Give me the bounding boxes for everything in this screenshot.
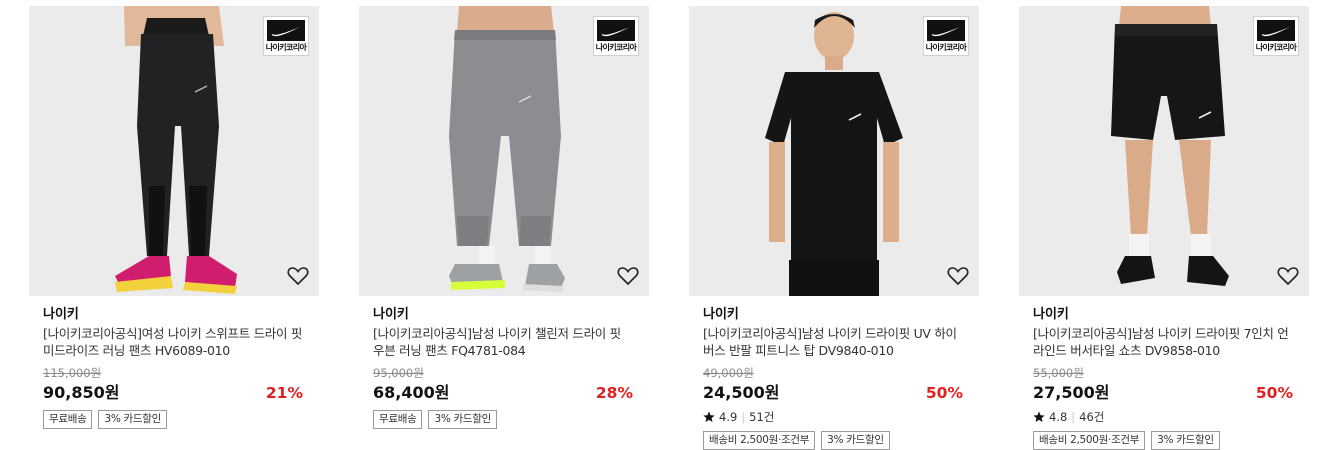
benefit-tag: 무료배송: [43, 410, 93, 429]
benefit-tags: 배송비 2,500원·조건부 3% 카드할인: [1033, 431, 1295, 450]
review-count: 51건: [749, 410, 775, 424]
brand-name: 나이키: [703, 307, 739, 322]
brand-badge: 나이키코리아: [923, 16, 969, 56]
product-info: 나이키 [나이키코리아공식]여성 나이키 스위프트 드라이 핏 미드라이즈 러닝…: [29, 296, 319, 429]
product-image[interactable]: 나이키코리아: [1019, 6, 1309, 296]
discount-rate: 28%: [595, 384, 633, 402]
benefit-tag: 배송비 2,500원·조건부: [703, 431, 816, 450]
benefit-tag: 무료배송: [373, 410, 423, 429]
original-price: 115,000원: [43, 366, 102, 380]
price-row: 27,500원 50%: [1033, 382, 1295, 404]
price-row: 68,400원 28%: [373, 382, 635, 404]
rating-score: 4.8: [1049, 410, 1068, 424]
benefit-tag: 3% 카드할인: [821, 431, 890, 450]
sale-price: 90,850원: [43, 383, 120, 402]
original-price: 49,000원: [703, 366, 754, 380]
nike-swoosh-icon: [597, 20, 635, 41]
brand-name: 나이키: [43, 307, 79, 322]
brand-badge: 나이키코리아: [263, 16, 309, 56]
discount-rate: 50%: [925, 384, 963, 402]
wishlist-heart-icon[interactable]: [1277, 266, 1299, 286]
nike-swoosh-icon: [1257, 20, 1295, 41]
sale-price: 68,400원: [373, 383, 450, 402]
product-info: 나이키 [나이키코리아공식]남성 나이키 드라이핏 UV 하이버스 반팔 피트니…: [689, 296, 979, 450]
benefit-tags: 무료배송 3% 카드할인: [43, 410, 305, 429]
product-image[interactable]: 나이키코리아: [359, 6, 649, 296]
brand-name: 나이키: [1033, 307, 1069, 322]
review-count: 46건: [1079, 410, 1105, 424]
discount-rate: 21%: [265, 384, 303, 402]
rating-summary[interactable]: 4.9 | 51건: [703, 409, 965, 425]
benefit-tag: 3% 카드할인: [1151, 431, 1220, 450]
star-icon: [1033, 411, 1045, 422]
product-image[interactable]: 나이키코리아: [29, 6, 319, 296]
product-info: 나이키 [나이키코리아공식]남성 나이키 챌린저 드라이 핏 우븐 러닝 팬츠 …: [359, 296, 649, 429]
rating-score: 4.9: [719, 410, 738, 424]
benefit-tags: 배송비 2,500원·조건부 3% 카드할인: [703, 431, 965, 450]
original-price: 55,000원: [1033, 366, 1084, 380]
product-card[interactable]: 나이키코리아 나이키 [나이키코리아공식]남성 나이키 드라이핏 7인치 언라인…: [1019, 6, 1309, 450]
nike-swoosh-icon: [267, 20, 305, 41]
product-card[interactable]: 나이키코리아 나이키 [나이키코리아공식]남성 나이키 드라이핏 UV 하이버스…: [689, 6, 979, 450]
product-info: 나이키 [나이키코리아공식]남성 나이키 드라이핏 7인치 언라인드 버서타일 …: [1019, 296, 1309, 450]
wishlist-heart-icon[interactable]: [617, 266, 639, 286]
brand-name: 나이키: [373, 307, 409, 322]
brand-badge: 나이키코리아: [1253, 16, 1299, 56]
benefit-tag: 배송비 2,500원·조건부: [1033, 431, 1146, 450]
product-card[interactable]: 나이키코리아 나이키 [나이키코리아공식]남성 나이키 챌린저 드라이 핏 우븐…: [359, 6, 649, 429]
wishlist-heart-icon[interactable]: [947, 266, 969, 286]
original-price: 95,000원: [373, 366, 424, 380]
benefit-tag: 3% 카드할인: [98, 410, 167, 429]
product-grid: 나이키코리아 나이키 [나이키코리아공식]여성 나이키 스위프트 드라이 핏 미…: [0, 0, 1318, 450]
nike-swoosh-icon: [927, 20, 965, 41]
badge-label: 나이키코리아: [265, 43, 307, 52]
product-title[interactable]: [나이키코리아공식]남성 나이키 드라이핏 7인치 언라인드 버서타일 쇼츠 D…: [1033, 325, 1295, 359]
benefit-tag: 3% 카드할인: [428, 410, 497, 429]
benefit-tags: 무료배송 3% 카드할인: [373, 410, 635, 429]
product-card[interactable]: 나이키코리아 나이키 [나이키코리아공식]여성 나이키 스위프트 드라이 핏 미…: [29, 6, 319, 429]
divider: |: [1071, 410, 1076, 424]
star-icon: [703, 411, 715, 422]
product-title[interactable]: [나이키코리아공식]남성 나이키 챌린저 드라이 핏 우븐 러닝 팬츠 FQ47…: [373, 325, 635, 359]
badge-label: 나이키코리아: [1255, 43, 1297, 52]
product-image[interactable]: 나이키코리아: [689, 6, 979, 296]
discount-rate: 50%: [1255, 384, 1293, 402]
sale-price: 27,500원: [1033, 383, 1110, 402]
price-row: 24,500원 50%: [703, 382, 965, 404]
rating-summary[interactable]: 4.8 | 46건: [1033, 409, 1295, 425]
badge-label: 나이키코리아: [595, 43, 637, 52]
brand-badge: 나이키코리아: [593, 16, 639, 56]
product-title[interactable]: [나이키코리아공식]남성 나이키 드라이핏 UV 하이버스 반팔 피트니스 탑 …: [703, 325, 965, 359]
badge-label: 나이키코리아: [925, 43, 967, 52]
divider: |: [741, 410, 746, 424]
price-row: 90,850원 21%: [43, 382, 305, 404]
wishlist-heart-icon[interactable]: [287, 266, 309, 286]
product-title[interactable]: [나이키코리아공식]여성 나이키 스위프트 드라이 핏 미드라이즈 러닝 팬츠 …: [43, 325, 305, 359]
sale-price: 24,500원: [703, 383, 780, 402]
